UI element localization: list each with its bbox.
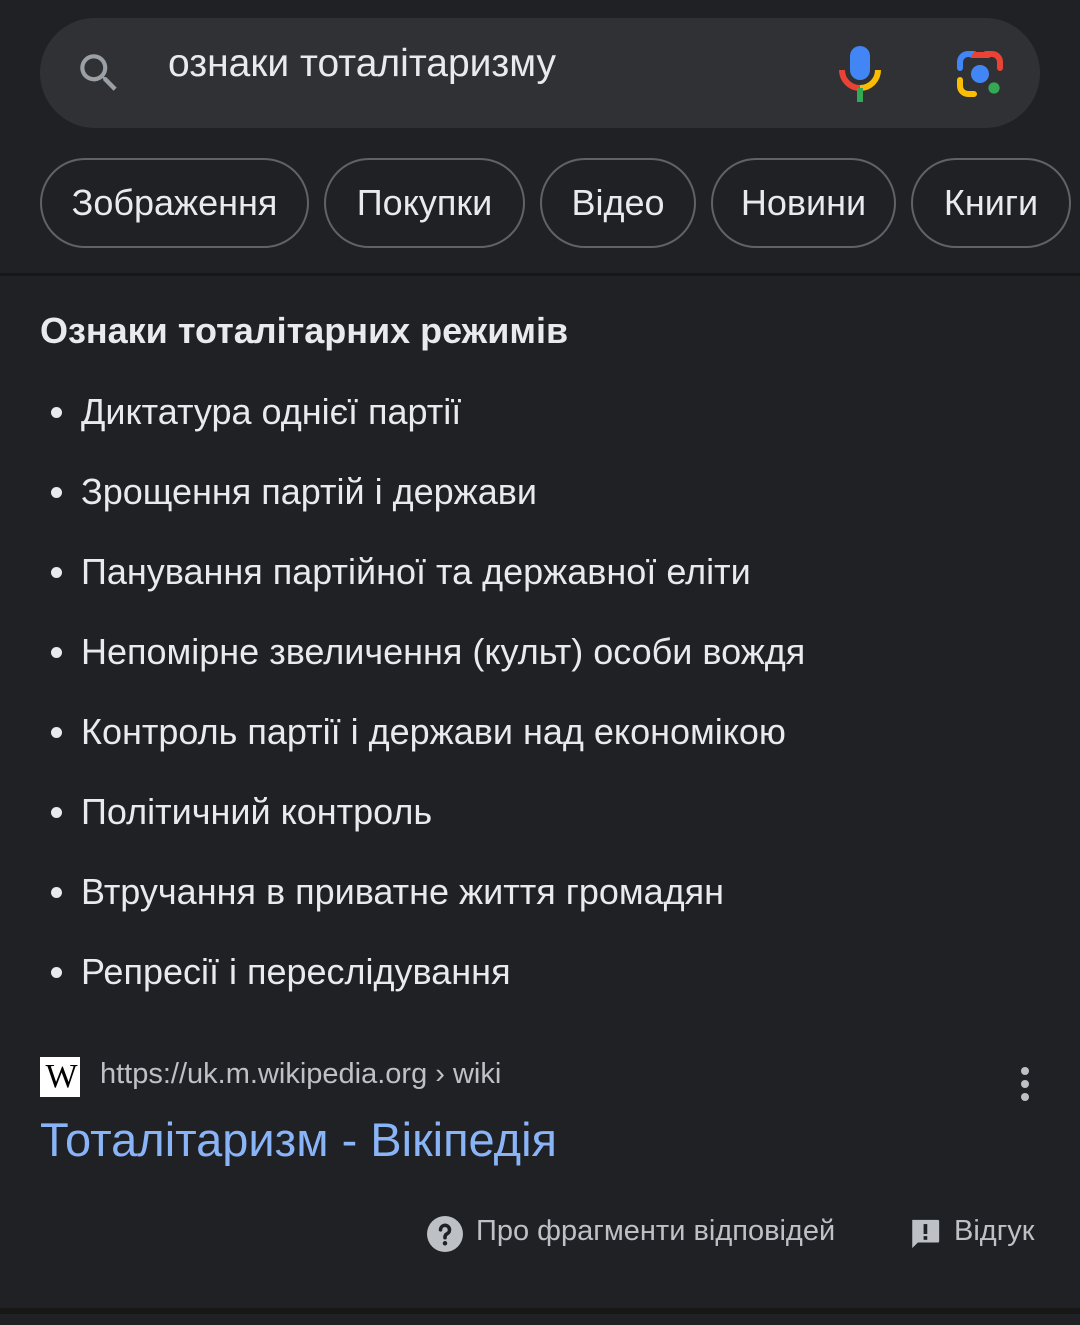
search-input[interactable]: ознаки тоталітаризму xyxy=(168,42,556,86)
bullet-icon xyxy=(51,486,62,498)
list-item: Панування партійної та державної еліти xyxy=(40,532,1040,612)
chip-shopping[interactable]: Покупки xyxy=(324,158,525,248)
feedback-button[interactable]: Відгук xyxy=(954,1215,1034,1248)
chip-books[interactable]: Книги xyxy=(911,158,1071,248)
list-item-text: Непомірне звеличення (культ) особи вождя xyxy=(81,631,806,672)
mic-icon[interactable] xyxy=(838,46,882,102)
list-item: Контроль партії і держави над економікою xyxy=(40,692,1040,772)
bullet-icon xyxy=(51,886,62,898)
bullet-icon xyxy=(51,806,62,818)
bullet-icon xyxy=(51,406,62,418)
snippet-list: Диктатура однієї партії Зрощення партій … xyxy=(40,372,1040,1012)
chip-images[interactable]: Зображення xyxy=(40,158,309,248)
chip-video[interactable]: Відео xyxy=(540,158,696,248)
about-snippets-link[interactable]: Про фрагменти відповідей xyxy=(476,1215,835,1248)
list-item: Втручання в приватне життя громадян xyxy=(40,852,1040,932)
chip-news[interactable]: Новини xyxy=(711,158,896,248)
bullet-icon xyxy=(51,566,62,578)
list-item-text: Панування партійної та державної еліти xyxy=(81,551,751,592)
list-item-text: Зрощення партій і держави xyxy=(81,471,538,512)
list-item-text: Політичний контроль xyxy=(81,791,433,832)
help-icon[interactable] xyxy=(427,1216,463,1252)
bullet-icon xyxy=(51,646,62,658)
list-item: Політичний контроль xyxy=(40,772,1040,852)
feedback-icon[interactable] xyxy=(908,1217,942,1251)
search-icon[interactable] xyxy=(74,48,124,98)
bullet-icon xyxy=(51,726,62,738)
snippet-title: Ознаки тоталітарних режимів xyxy=(40,310,569,351)
list-item: Репресії і переслідування xyxy=(40,932,1040,1012)
search-filter-chips: Зображення Покупки Відео Новини Книги xyxy=(0,158,1080,250)
source-url[interactable]: https://uk.m.wikipedia.org › wiki xyxy=(100,1058,501,1091)
list-item: Диктатура однієї партії xyxy=(40,372,1040,452)
lens-icon[interactable] xyxy=(954,48,1006,100)
bullet-icon xyxy=(51,966,62,978)
wikipedia-logo-icon: W xyxy=(40,1057,80,1097)
divider xyxy=(0,1308,1080,1314)
search-results-page: ознаки тоталітаризму Зображення Покупки … xyxy=(0,0,1080,1325)
list-item-text: Контроль партії і держави над економікою xyxy=(81,711,786,752)
list-item-text: Репресії і переслідування xyxy=(81,951,511,992)
divider xyxy=(0,273,1080,276)
list-item-text: Втручання в приватне життя громадян xyxy=(81,871,725,912)
result-title-link[interactable]: Тоталітаризм - Вікіпедія xyxy=(40,1112,557,1167)
list-item: Непомірне звеличення (культ) особи вождя xyxy=(40,612,1040,692)
list-item-text: Диктатура однієї партії xyxy=(81,391,462,432)
list-item: Зрощення партій і держави xyxy=(40,452,1040,532)
more-options-icon[interactable] xyxy=(1010,1064,1040,1104)
